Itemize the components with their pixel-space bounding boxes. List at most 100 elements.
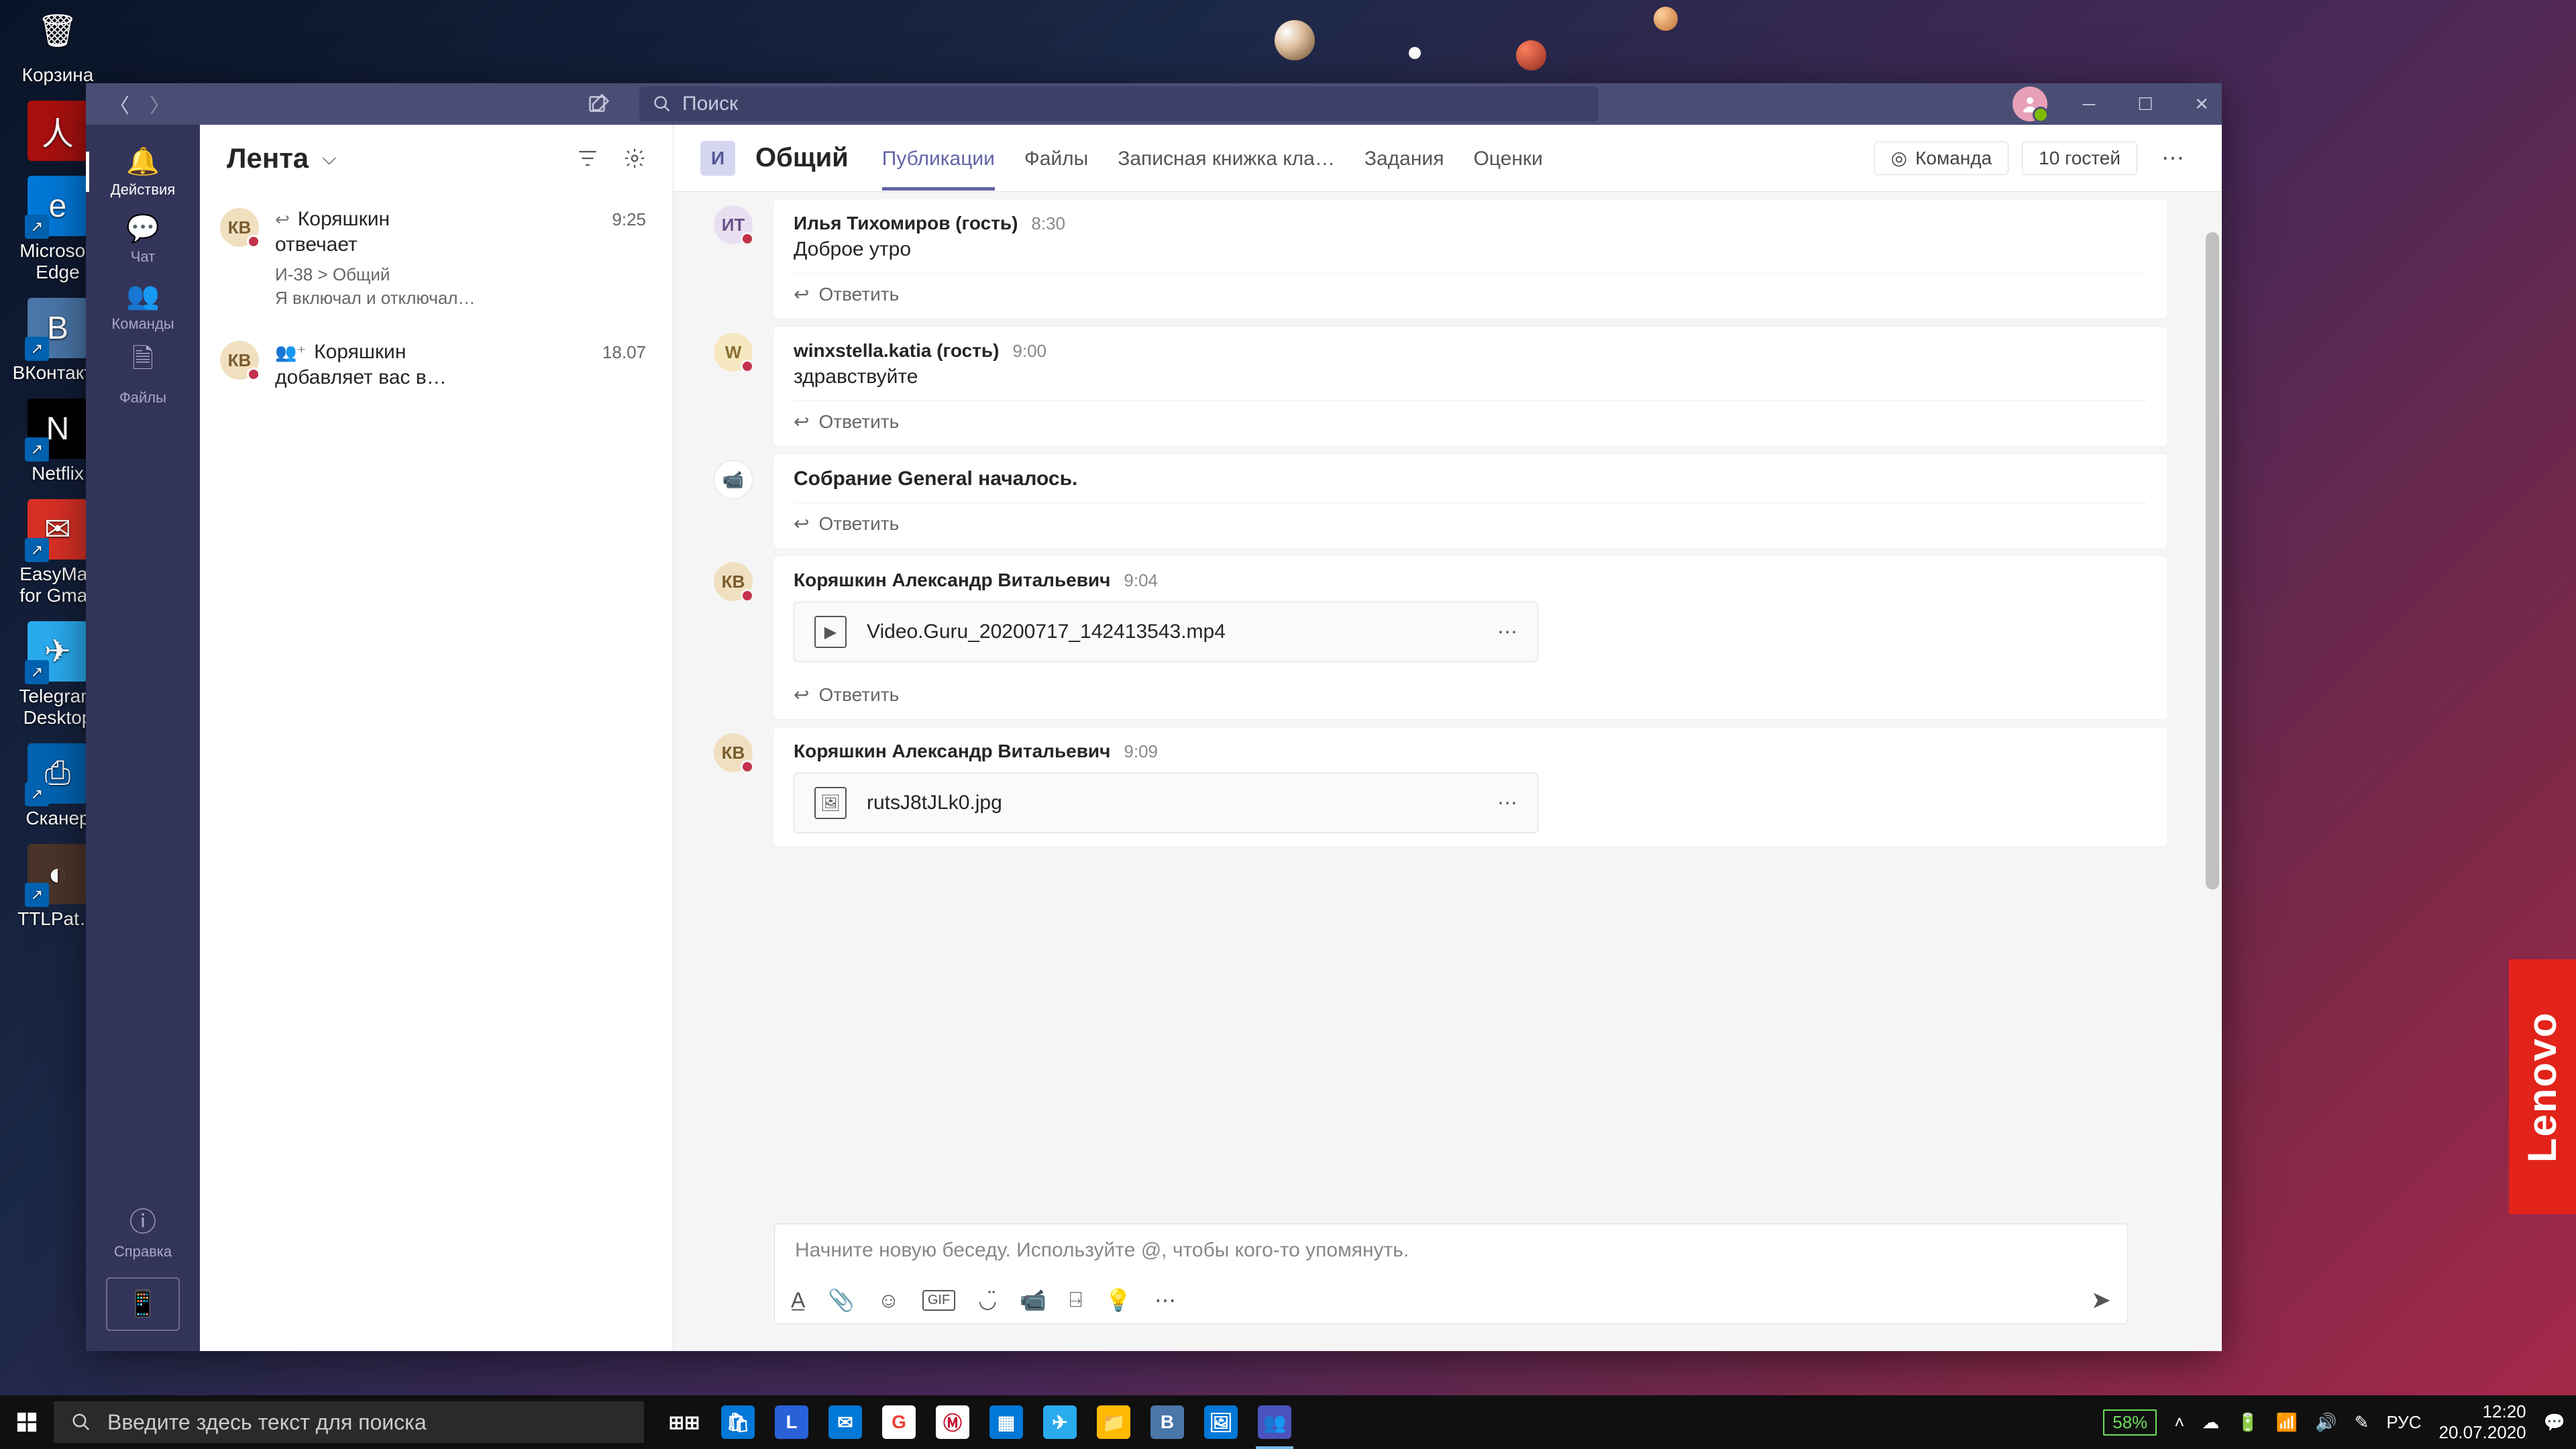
user-avatar[interactable] [2012, 87, 2047, 121]
feed-item[interactable]: КВ ↩Коряшкин9:25 отвечает И-38 > Общий Я… [200, 192, 673, 325]
action-center-icon[interactable]: 💬 [2544, 1412, 2565, 1433]
composer-input[interactable]: Начните новую беседу. Используйте @, что… [775, 1224, 2127, 1277]
file-icon: ▶ [814, 616, 847, 648]
search-box[interactable]: Поиск [639, 87, 1599, 121]
taskbar-app[interactable]: 🖼 [1194, 1395, 1248, 1449]
rail-help[interactable]: ⓘ Справка [86, 1197, 200, 1264]
taskbar-app[interactable]: B [1140, 1395, 1194, 1449]
taskbar-app[interactable]: L [765, 1395, 818, 1449]
gear-icon[interactable] [623, 147, 646, 170]
feed-panel: Лента ⌵ КВ ↩Коряшкин9:25 отвечает И-38 >… [200, 125, 674, 1351]
send-icon[interactable]: ➤ [2091, 1286, 2111, 1314]
channel-tab[interactable]: Записная книжка кла… [1118, 126, 1335, 191]
files-icon: 🗎 [132, 339, 154, 385]
rail-files[interactable]: 🗎 Файлы [86, 339, 200, 407]
channel-tab[interactable]: Публикации [882, 126, 995, 191]
team-avatar: И [700, 141, 735, 176]
desktop-shortcut[interactable]: 🗑Корзина [11, 0, 105, 86]
composer: Начните новую беседу. Используйте @, что… [774, 1224, 2128, 1324]
attachment-more-icon[interactable]: ⋯ [1497, 792, 1517, 815]
taskbar-app[interactable]: 📁 [1087, 1395, 1140, 1449]
emoji-icon[interactable]: ☺ [877, 1288, 900, 1313]
scrollbar[interactable] [2206, 232, 2219, 890]
reply-button[interactable]: ↩Ответить [794, 400, 2147, 433]
avatar: КВ [220, 208, 259, 247]
start-button[interactable] [0, 1395, 54, 1449]
nav-back-icon[interactable]: 〈 [107, 92, 131, 116]
minimize-button[interactable]: ─ [2074, 89, 2104, 119]
team-button[interactable]: ◎ Команда [1874, 142, 2009, 175]
battery-indicator[interactable]: 58% [2103, 1409, 2157, 1436]
more-icon[interactable]: ⋯ [2151, 145, 2195, 172]
teams-window: 〈 〉 Поиск ─ ☐ ✕ 🔔 Действия [86, 83, 2222, 1351]
reply-button[interactable]: ↩Ответить [794, 502, 2147, 535]
gif-icon[interactable]: GIF [922, 1290, 955, 1311]
reply-button[interactable]: ↩Ответить [794, 674, 2147, 706]
meeting-icon: 📹 [714, 460, 753, 499]
taskbar-app[interactable]: ▦ [979, 1395, 1033, 1449]
taskbar-search[interactable]: Введите здесь текст для поиска [54, 1401, 644, 1443]
rail-teams[interactable]: 👥 Команды [86, 272, 200, 339]
attach-icon[interactable]: 📎 [828, 1287, 855, 1313]
guests-pill[interactable]: 10 гостей [2022, 142, 2137, 175]
feed-item[interactable]: КВ 👥⁺Коряшкин18.07 добавляет вас в… [200, 325, 673, 405]
battery-icon[interactable]: 🔋 [2237, 1412, 2258, 1433]
rail-device-icon[interactable]: 📱 [106, 1277, 180, 1331]
search-placeholder: Поиск [682, 93, 738, 115]
attachment-more-icon[interactable]: ⋯ [1497, 621, 1517, 644]
taskbar-app[interactable]: G [872, 1395, 926, 1449]
reply-button[interactable]: ↩Ответить [794, 273, 2147, 305]
avatar: КВ [714, 562, 753, 601]
taskbar-app[interactable]: ✈ [1033, 1395, 1087, 1449]
meet-now-icon[interactable]: 📹 [1020, 1287, 1046, 1313]
app-rail: 🔔 Действия 💬 Чат 👥 Команды 🗎 Файлы ⓘ Спр… [86, 125, 200, 1351]
wifi-icon[interactable]: 📶 [2276, 1412, 2298, 1433]
more-compose-icon[interactable]: ⋯ [1155, 1287, 1176, 1313]
tray-chevron-icon[interactable]: ˄ [2174, 1412, 2184, 1433]
taskbar-app[interactable]: Ⓜ [926, 1395, 979, 1449]
attachment[interactable]: 🖼 rutsJ8tJLk0.jpg ⋯ [794, 773, 1538, 833]
rail-chat[interactable]: 💬 Чат [86, 205, 200, 272]
taskbar-app[interactable]: ✉ [818, 1395, 872, 1449]
avatar: ИТ [714, 205, 753, 244]
help-icon: ⓘ [129, 1200, 156, 1239]
filter-icon[interactable] [576, 147, 599, 170]
org-icon: ◎ [1891, 147, 1907, 169]
clock[interactable]: 12:20 20.07.2020 [2438, 1401, 2526, 1443]
message: КВ Коряшкин Александр Витальевич9:09 🖼 r… [714, 727, 2168, 847]
maximize-button[interactable]: ☐ [2131, 89, 2160, 119]
taskbar-app[interactable]: 👥 [1248, 1395, 1301, 1449]
volume-icon[interactable]: 🔊 [2315, 1412, 2337, 1433]
lenovo-badge: Lenovo [2509, 959, 2576, 1214]
message: W winxstella.katia (гость)9:00 здравству… [714, 326, 2168, 447]
avatar: КВ [714, 733, 753, 772]
cloud-icon[interactable]: ☁ [2202, 1412, 2219, 1433]
pen-icon[interactable]: ✎ [2355, 1412, 2369, 1433]
stream-icon[interactable]: ⍈ [1069, 1287, 1082, 1313]
language-indicator[interactable]: РУС [2386, 1412, 2421, 1433]
channel-header: И Общий ПубликацииФайлыЗаписная книжка к… [674, 125, 2222, 192]
channel-tab[interactable]: Файлы [1024, 126, 1088, 191]
praise-icon[interactable]: 💡 [1105, 1287, 1132, 1313]
message: 📹 Собрание General началось. ↩Ответить [714, 453, 2168, 549]
compose-icon[interactable] [586, 91, 612, 117]
taskbar: Введите здесь текст для поиска ⊞⊞🛍L✉GⓂ▦✈… [0, 1395, 2576, 1449]
format-icon[interactable]: A̲ [791, 1288, 805, 1313]
feed-title: Лента [227, 142, 309, 174]
taskbar-app[interactable]: ⊞⊞ [657, 1395, 711, 1449]
chat-icon: 💬 [126, 213, 160, 244]
rail-activity[interactable]: 🔔 Действия [86, 138, 200, 205]
sticker-icon[interactable]: ◡̈ [978, 1287, 997, 1313]
bell-icon: 🔔 [126, 146, 160, 177]
channel-tab[interactable]: Задания [1364, 126, 1444, 191]
avatar: W [714, 333, 753, 372]
nav-forward-icon[interactable]: 〉 [148, 92, 172, 116]
avatar: КВ [220, 341, 259, 380]
taskbar-app[interactable]: 🛍 [711, 1395, 765, 1449]
close-button[interactable]: ✕ [2187, 89, 2216, 119]
message: ИТ Илья Тихомиров (гость)8:30 Доброе утр… [714, 199, 2168, 319]
attachment[interactable]: ▶ Video.Guru_20200717_142413543.mp4 ⋯ [794, 602, 1538, 662]
channel-tab[interactable]: Оценки [1473, 126, 1542, 191]
chevron-down-icon[interactable]: ⌵ [322, 148, 336, 170]
search-icon [71, 1412, 91, 1432]
